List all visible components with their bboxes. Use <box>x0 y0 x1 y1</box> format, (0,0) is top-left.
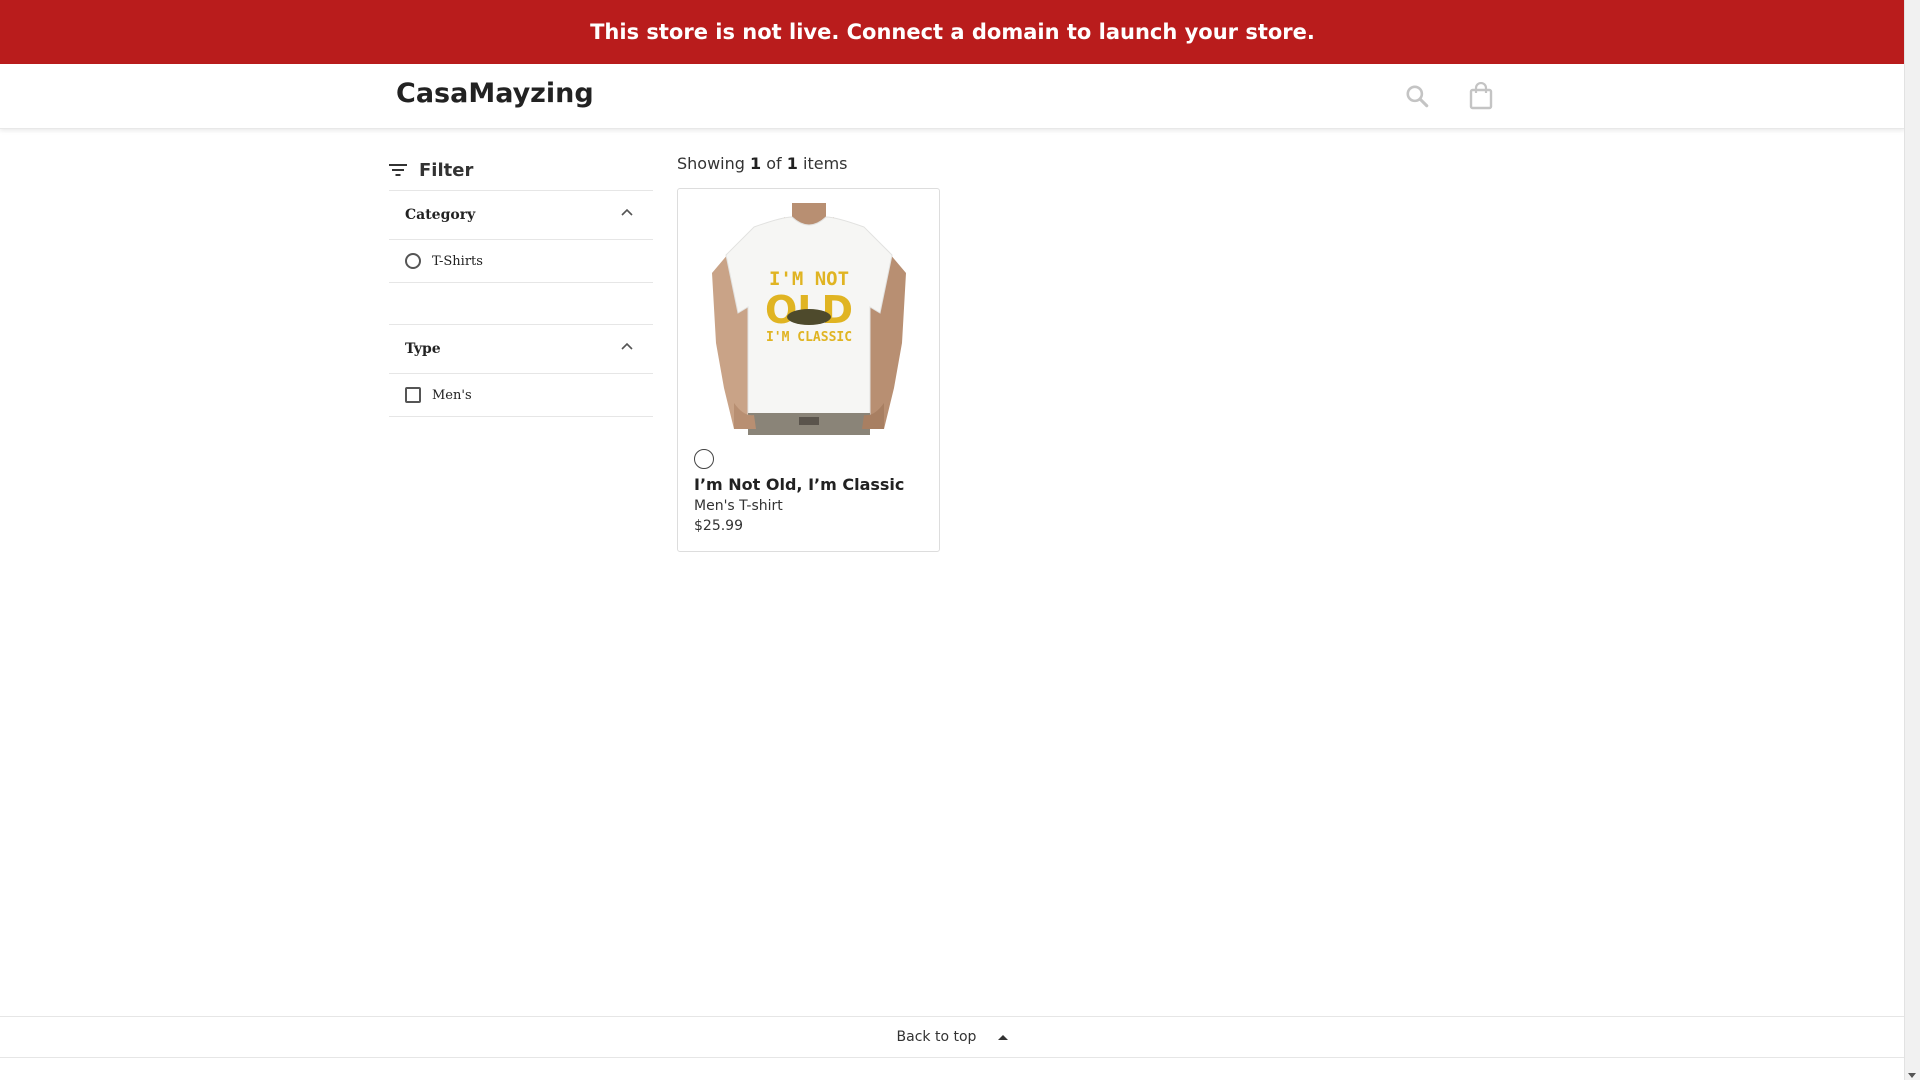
product-price: $25.99 <box>694 518 743 534</box>
facet-type-label: Type <box>405 341 441 357</box>
results-suffix: items <box>803 154 848 173</box>
product-card[interactable]: I'M NOT OLD I'M CLASSIC I’m Not Old, I’m… <box>677 188 940 552</box>
chevron-up-icon <box>621 208 633 216</box>
footer-bar: Back to top <box>0 1016 1905 1058</box>
site-header: CasaMayzing <box>0 64 1905 129</box>
facet-option-label: T-Shirts <box>432 253 483 269</box>
filter-header[interactable]: Filter <box>389 150 653 191</box>
vertical-scrollbar[interactable] <box>1904 0 1920 1080</box>
filter-title: Filter <box>419 159 474 181</box>
product-name[interactable]: I’m Not Old, I’m Classic <box>694 475 904 494</box>
shirt-print-line-3: I'M CLASSIC <box>766 330 852 345</box>
caret-up-icon <box>998 1034 1009 1040</box>
scroll-down-arrow-icon[interactable] <box>1908 1073 1916 1078</box>
product-image[interactable]: I'M NOT OLD I'M CLASSIC <box>694 203 924 435</box>
product-type: Men's T-shirt <box>694 498 783 514</box>
color-swatch-white[interactable] <box>694 449 714 469</box>
results-of: of <box>766 154 782 173</box>
banner-text: This store is not live. Connect a domain… <box>590 20 1315 44</box>
back-to-top-label: Back to top <box>896 1029 977 1045</box>
facet-category-toggle[interactable]: Category <box>389 191 653 240</box>
results-count: Showing 1 of 1 items <box>677 154 847 173</box>
results-total: 1 <box>786 154 798 173</box>
mens-checkbox[interactable] <box>405 387 421 403</box>
filter-icon <box>389 164 407 176</box>
shirt-print-line-1: I'M NOT <box>769 268 849 290</box>
facet-type-toggle[interactable]: Type <box>389 325 653 374</box>
facet-option-t-shirts[interactable]: T-Shirts <box>389 240 653 283</box>
search-icon[interactable] <box>1399 78 1435 114</box>
facet-option-label: Men's <box>432 387 472 403</box>
shopping-bag-icon[interactable] <box>1463 78 1499 114</box>
t-shirts-radio[interactable] <box>405 253 421 269</box>
back-to-top-link[interactable]: Back to top <box>897 1029 1009 1045</box>
store-not-live-banner: This store is not live. Connect a domain… <box>0 0 1905 64</box>
facet-category-label: Category <box>405 207 476 223</box>
facet-option-mens[interactable]: Men's <box>389 374 653 417</box>
store-logo[interactable]: CasaMayzing <box>396 78 594 109</box>
chevron-up-icon <box>621 342 633 350</box>
results-prefix: Showing <box>677 154 745 173</box>
results-shown: 1 <box>750 154 762 173</box>
